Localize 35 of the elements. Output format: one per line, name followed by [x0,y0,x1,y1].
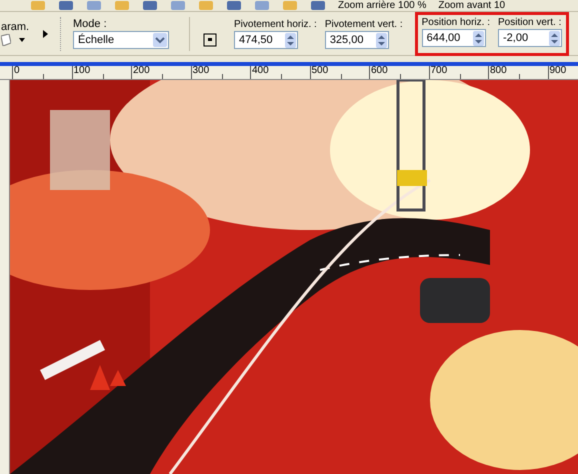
field-label: Pivotement vert. : [324,18,403,31]
ruler-label: 0 [13,66,20,76]
ruler-label: 900 [548,66,566,76]
number-field[interactable]: -2,00 [498,29,562,47]
caret-icon[interactable] [19,38,25,42]
pivot-icon[interactable] [202,32,218,48]
ruler-label: 100 [72,66,90,76]
ruler-label: 800 [489,66,507,76]
number-field[interactable]: 474,50 [234,31,298,49]
field-label: Position vert. : [498,16,562,29]
ruler-label: 500 [310,66,328,76]
field-label: Pivotement horiz. : [234,18,317,31]
spinner-icon[interactable] [549,30,560,46]
toolbar-icon[interactable] [142,1,158,11]
toolbar-icon[interactable] [310,1,326,11]
mode-label: Mode : [73,18,108,31]
ruler-label: 400 [251,66,269,76]
mode-dropdown[interactable]: Échelle [73,31,169,49]
toolbar-icon[interactable] [226,1,242,11]
toolbar-label[interactable]: Zoom avant 10 [438,0,506,11]
toolbar-label[interactable]: Zoom arrière 100 % [338,0,426,11]
ruler-label: 600 [370,66,388,76]
ruler-label: 200 [132,66,150,76]
spinner-icon[interactable] [285,32,296,48]
number-field[interactable]: 644,00 [422,29,486,47]
preset-icon[interactable] [1,34,11,46]
toolbar-icon[interactable] [58,1,74,11]
ruler-label: 700 [430,66,448,76]
number-field[interactable]: 325,00 [324,31,389,49]
spinner-icon[interactable] [472,30,484,46]
presets-label: aram. [1,21,30,34]
field-label: Position horiz. : [422,16,490,29]
ruler-label: 300 [192,66,210,76]
expand-icon[interactable] [43,30,48,38]
spinner-icon[interactable] [376,32,387,48]
